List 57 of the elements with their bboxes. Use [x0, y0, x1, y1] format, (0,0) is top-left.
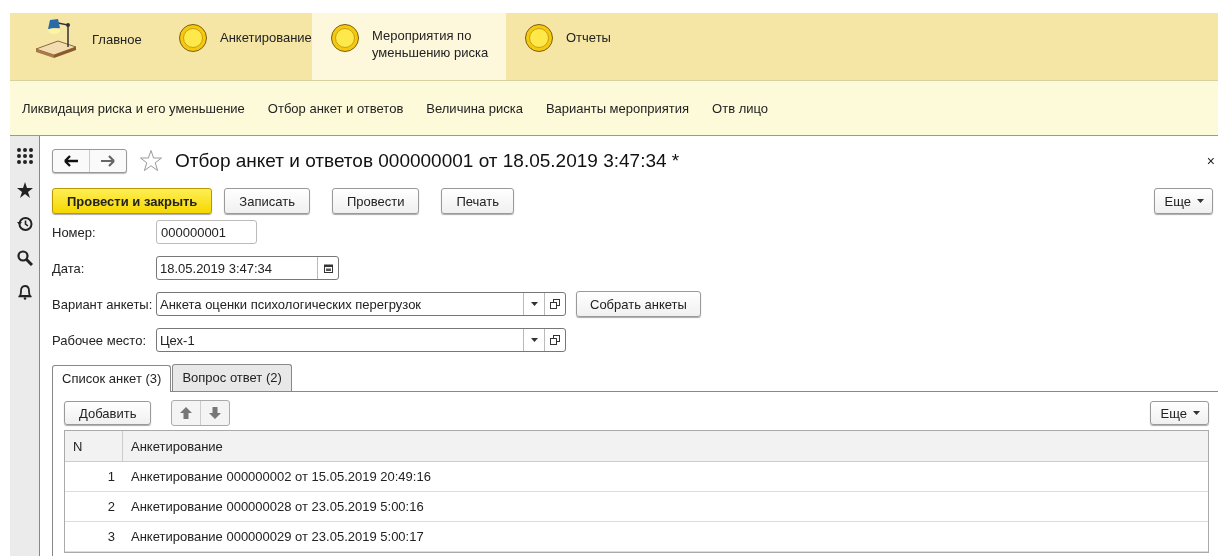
- star-icon[interactable]: [16, 182, 33, 198]
- circle-icon: [178, 23, 208, 53]
- nav-link[interactable]: Ликвидация риска и его уменьшение: [22, 100, 245, 116]
- section-tab[interactable]: Мероприятия по уменьшению риска: [312, 13, 506, 80]
- section-label: Главное: [92, 31, 142, 48]
- tab[interactable]: Вопрос ответ (2): [172, 364, 292, 391]
- number-field[interactable]: 000000001: [156, 220, 257, 244]
- dropdown-icon[interactable]: [530, 302, 538, 306]
- toolbar-button[interactable]: Провести: [331, 188, 420, 214]
- tab[interactable]: Список анкет (3): [52, 365, 172, 392]
- field-label: Номер:: [52, 224, 97, 240]
- section-label: Анкетирование: [220, 29, 312, 46]
- caret-icon: [1197, 199, 1204, 203]
- date-field[interactable]: 18.05.2019 3:47:34: [156, 256, 339, 280]
- nav-link[interactable]: Величина риска: [426, 100, 523, 116]
- action-button[interactable]: Собрать анкеты: [576, 291, 701, 317]
- section-tab[interactable]: Отчеты: [506, 13, 625, 80]
- table-cell-text: Анкетирование 000000028 от 23.05.2019 5:00:16: [130, 499, 424, 514]
- column-header[interactable]: Анкетирование: [123, 431, 223, 461]
- apps-icon[interactable]: [16, 148, 33, 164]
- field-label: Рабочее место:: [52, 332, 148, 348]
- column-header[interactable]: N: [65, 431, 123, 461]
- table-cell-text: Анкетирование 000000002 от 15.05.2019 20:49:16: [130, 469, 431, 484]
- calendar-icon[interactable]: [323, 263, 333, 273]
- select-field[interactable]: Анкета оценки психологических перегрузок: [156, 292, 566, 316]
- bell-icon[interactable]: [16, 284, 33, 300]
- close-button[interactable]: ×: [1206, 153, 1215, 169]
- favorite-star-icon[interactable]: [139, 149, 163, 173]
- dropdown-icon[interactable]: [530, 338, 538, 342]
- nav-link[interactable]: Отбор анкет и ответов: [267, 100, 404, 116]
- more-button[interactable]: Еще: [1153, 188, 1213, 214]
- toolbar-button[interactable]: Записать: [224, 188, 310, 214]
- form-title: Отбор анкет и ответов 000000001 от 18.05.2019 3:47:34 *: [175, 150, 680, 172]
- search-icon[interactable]: [16, 250, 33, 266]
- toolbar-button[interactable]: Провести и закрыть: [52, 188, 213, 214]
- section-tab[interactable]: Главное: [10, 13, 160, 80]
- add-button[interactable]: Добавить: [64, 401, 152, 425]
- circle-icon: [524, 23, 554, 53]
- table-cell-text: 2: [106, 499, 116, 514]
- nav-link[interactable]: Отв лицо: [712, 100, 769, 116]
- toolbar-button[interactable]: Печать: [441, 188, 514, 214]
- more-button[interactable]: Еще: [1149, 401, 1209, 425]
- open-icon[interactable]: [550, 335, 560, 345]
- section-label: Отчеты: [566, 29, 611, 46]
- table-cell-text: Анкетирование 000000029 от 23.05.2019 5:00:17: [130, 529, 424, 544]
- caret-icon: [1193, 411, 1200, 415]
- table-cell-text: 1: [106, 469, 116, 484]
- table-cell-text: 3: [106, 529, 116, 544]
- section-label: Мероприятия по уменьшению риска: [372, 27, 490, 61]
- field-label: Вариант анкеты:: [52, 296, 154, 312]
- field-label: Дата:: [52, 260, 86, 276]
- history-icon[interactable]: [16, 216, 33, 232]
- section-tab[interactable]: Анкетирование: [160, 13, 312, 80]
- select-field[interactable]: Цех-1: [156, 328, 566, 352]
- nav-link[interactable]: Варианты мероприятия: [545, 100, 690, 116]
- open-icon[interactable]: [550, 299, 560, 309]
- circle-icon: [330, 23, 360, 53]
